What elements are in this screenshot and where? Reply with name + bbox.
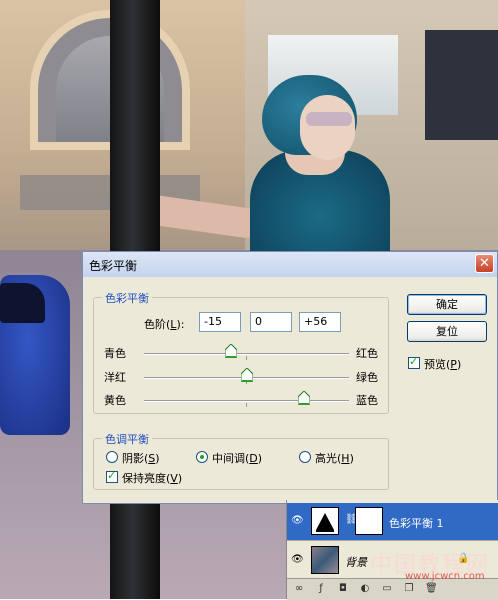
new-group-icon[interactable]: ▭ (381, 583, 393, 595)
preserve-luminosity-checkbox[interactable] (106, 469, 118, 483)
shadows-radio[interactable] (106, 451, 118, 463)
adjustment-icon[interactable]: ◐ (359, 583, 371, 595)
slider-cyan-red-track[interactable] (144, 353, 349, 355)
slider-magenta-label: 洋红 (104, 371, 126, 384)
car-window (0, 283, 45, 323)
close-icon: ✕ (479, 256, 490, 271)
midtones-label[interactable]: 中间调(D) (212, 450, 262, 466)
levels-label: 色阶(L): (144, 318, 185, 331)
dialog-titlebar[interactable]: 色彩平衡 ✕ (83, 252, 497, 277)
slider-cyan-red-thumb[interactable] (225, 344, 238, 358)
girl-face (300, 95, 355, 160)
slider-cyan-label: 青色 (104, 347, 126, 360)
preview-label[interactable]: 预览(P) (424, 356, 461, 372)
slider-red-label: 红色 (356, 347, 378, 360)
slider-blue-label: 蓝色 (356, 394, 378, 407)
layer-row-color-balance[interactable]: 👁 ⛓ 色彩平衡 1 (287, 503, 498, 541)
dialog-title: 色彩平衡 (89, 259, 138, 273)
color-balance-dialog: 色彩平衡 ✕ 色彩平衡 色阶(L): -15 0 +56 青色 红色 洋红 绿色… (82, 251, 498, 504)
slider-magenta-green-thumb[interactable] (240, 368, 253, 382)
slider-cyan-red-center-tick (246, 356, 247, 360)
preserve-luminosity-label[interactable]: 保持亮度(V) (122, 470, 182, 486)
delete-layer-icon[interactable]: 🗑 (425, 583, 438, 595)
background-thumbnail (311, 546, 339, 574)
slider-green-label: 绿色 (356, 371, 378, 384)
layer-name[interactable]: 背景 (345, 554, 367, 570)
add-mask-icon[interactable]: ◘ (337, 583, 349, 595)
preview-checkbox[interactable] (408, 355, 420, 369)
highlights-label[interactable]: 高光(H) (315, 450, 354, 466)
watermark-url: www.jcwcn.com (405, 571, 485, 582)
color-balance-legend: 色彩平衡 (102, 290, 152, 306)
level-cyan-red-input[interactable]: -15 (199, 312, 241, 332)
tone-balance-group: 色调平衡 阴影(S) 中间调(D) 高光(H) 保持亮度(V) (93, 431, 389, 490)
layer-mask-thumbnail[interactable] (355, 507, 383, 535)
highlights-radio[interactable] (299, 451, 311, 463)
level-yellow-blue-input[interactable]: +56 (299, 312, 341, 332)
eye-icon[interactable]: 👁 (291, 515, 305, 526)
close-button[interactable]: ✕ (475, 254, 494, 273)
ok-button[interactable]: 确定 (407, 294, 487, 315)
dark-window (425, 30, 498, 140)
link-layers-icon[interactable]: ∞ (293, 583, 305, 595)
color-balance-group: 色彩平衡 色阶(L): -15 0 +56 青色 红色 洋红 绿色 黄色 蓝色 (93, 290, 389, 414)
adjustment-layer-icon (311, 507, 339, 535)
sunglasses (306, 112, 352, 126)
tone-balance-legend: 色调平衡 (102, 431, 152, 447)
eye-icon[interactable]: 👁 (291, 554, 305, 565)
slider-yellow-blue-center-tick (246, 403, 247, 407)
reset-button[interactable]: 复位 (407, 321, 487, 342)
layer-style-icon[interactable]: ƒ (315, 583, 327, 595)
new-layer-icon[interactable]: ❐ (403, 583, 415, 595)
midtones-radio[interactable] (196, 451, 208, 463)
shadows-label[interactable]: 阴影(S) (122, 450, 160, 466)
slider-yellow-blue-track[interactable] (144, 400, 349, 402)
slider-yellow-label: 黄色 (104, 394, 126, 407)
slider-yellow-blue-thumb[interactable] (297, 391, 310, 405)
layer-name[interactable]: 色彩平衡 1 (389, 515, 444, 531)
level-magenta-green-input[interactable]: 0 (250, 312, 292, 332)
